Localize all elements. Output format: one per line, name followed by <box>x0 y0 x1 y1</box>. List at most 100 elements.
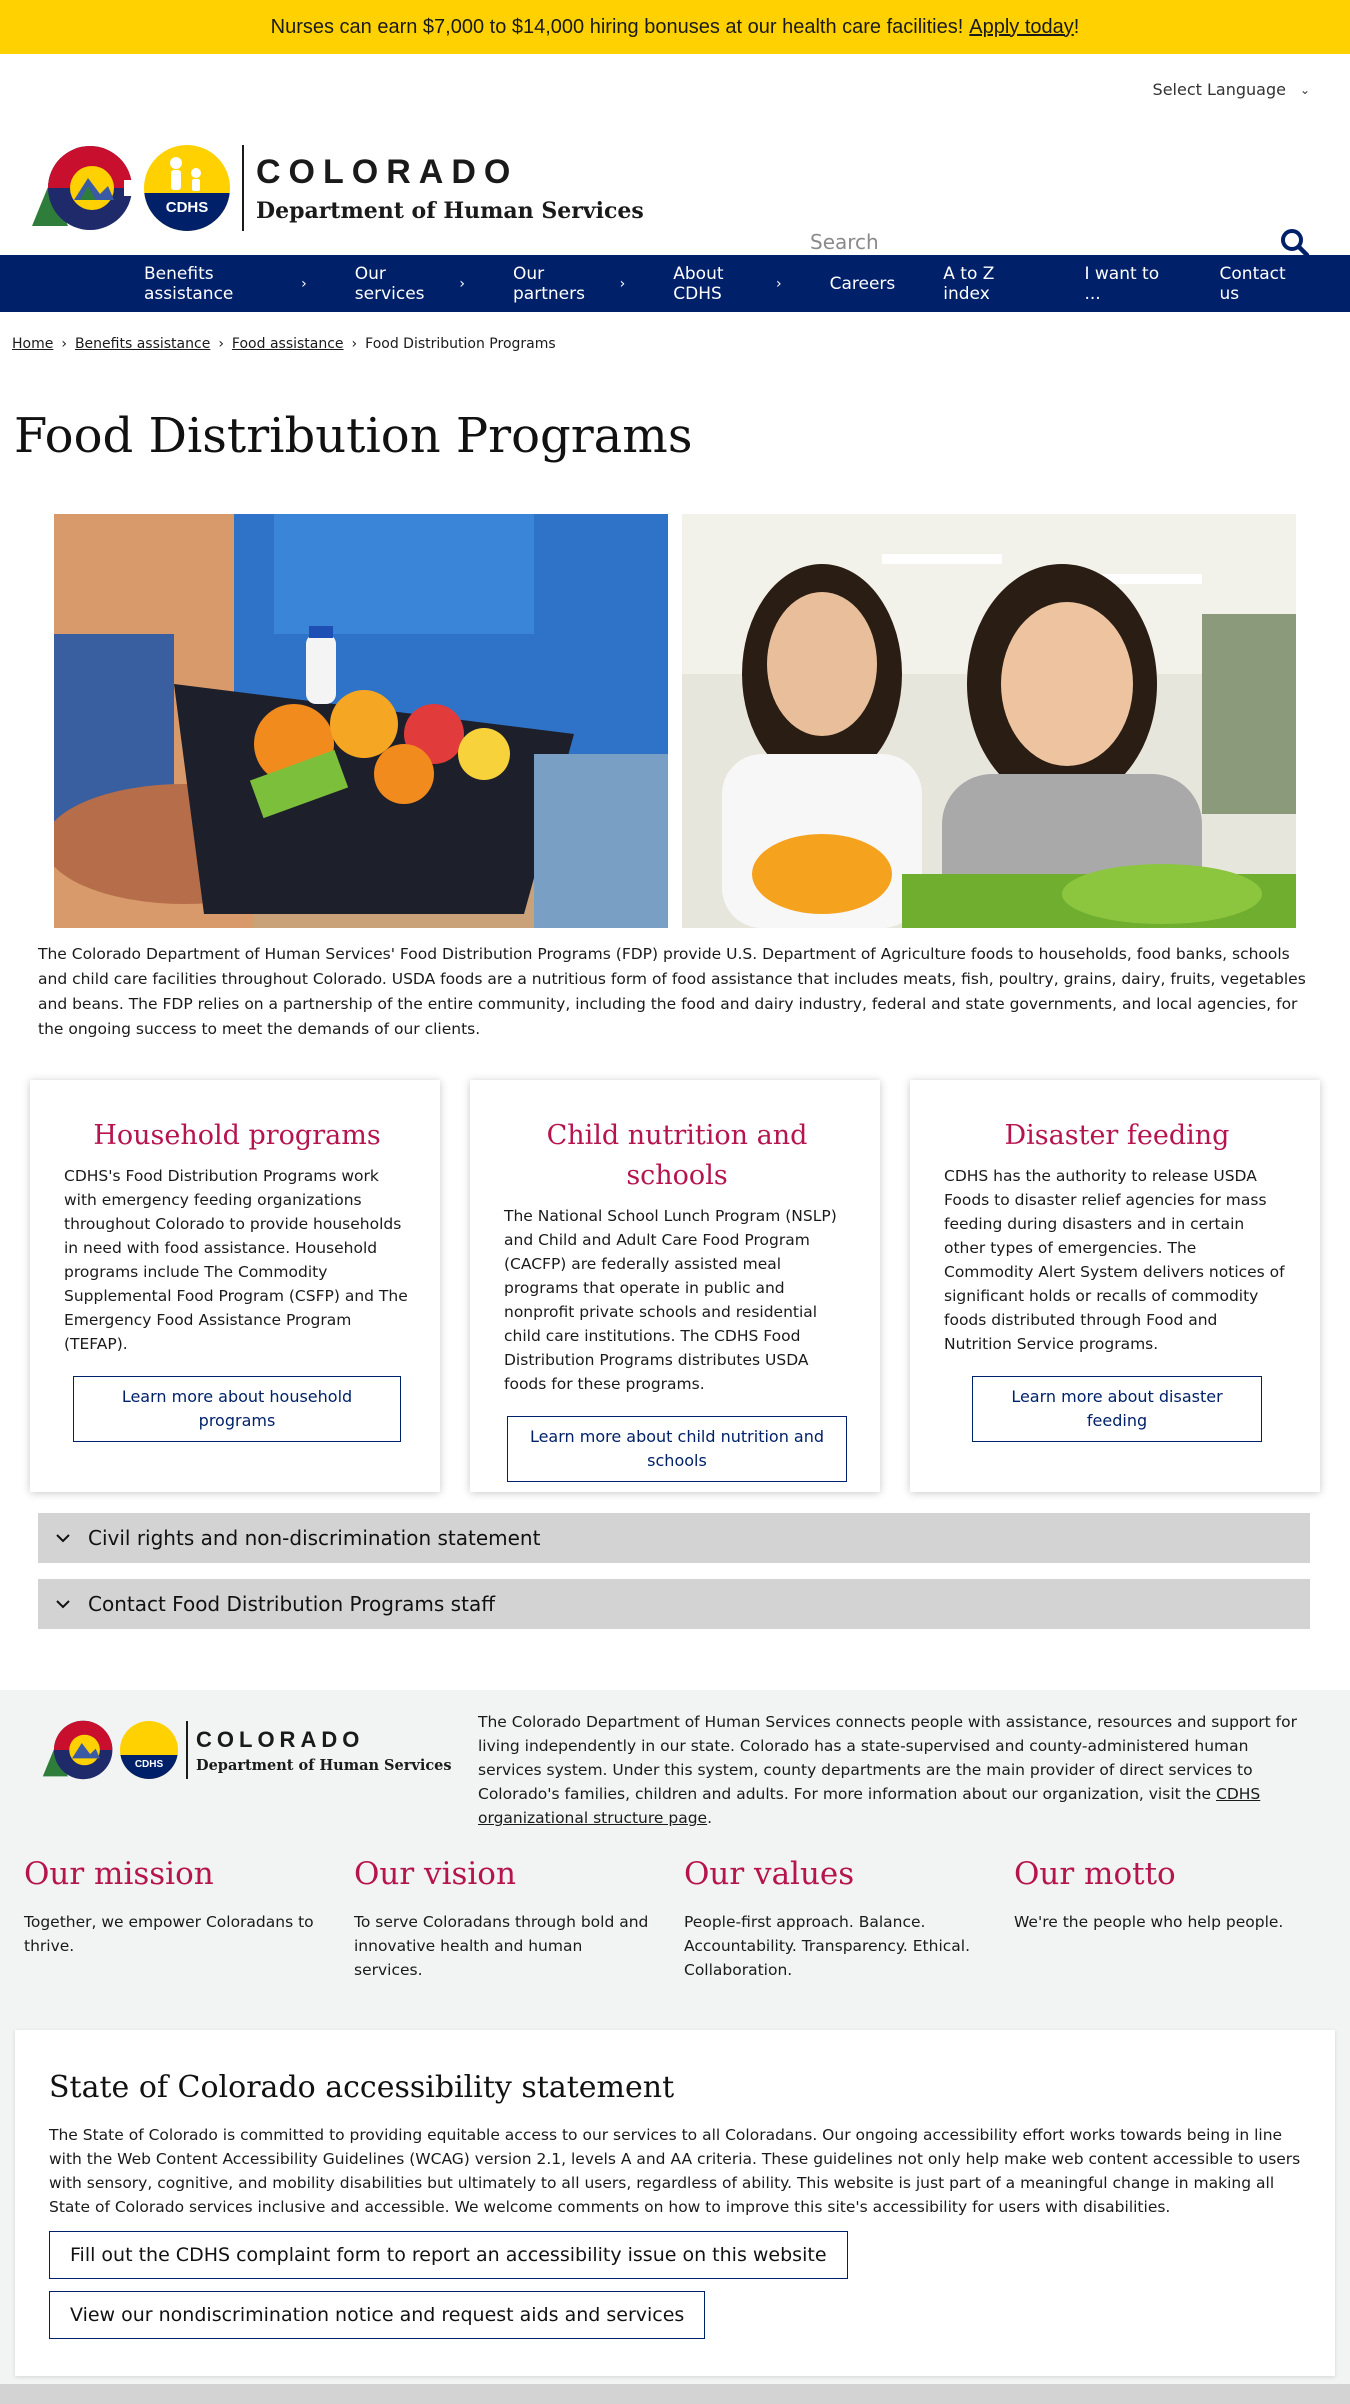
children-lunch-image <box>682 514 1296 928</box>
nav-item-label: Contact us <box>1219 263 1286 304</box>
learn-more-child-nutrition-button[interactable]: Learn more about child nutrition and sch… <box>507 1416 847 1482</box>
accordion-civil-rights[interactable]: Civil rights and non-discrimination stat… <box>38 1513 1310 1563</box>
breadcrumb-separator-icon: › <box>218 336 224 352</box>
nav-item-our-services[interactable]: Our services › <box>355 264 465 304</box>
pillar-motto: Our motto We're the people who help peop… <box>1014 1856 1344 1982</box>
hero-images <box>54 514 1296 928</box>
alert-text: Nurses can earn $7,000 to $14,000 hiring… <box>270 15 964 38</box>
brand-divider <box>186 1721 188 1779</box>
nav-item-benefits-assistance[interactable]: Benefits assistance › <box>144 264 307 304</box>
cdhs-seal-icon: CDHS <box>120 1721 178 1779</box>
chevron-down-icon <box>56 1600 70 1609</box>
pillar-mission: Our mission Together, we empower Colorad… <box>24 1856 354 1982</box>
accordion-label: Civil rights and non-discrimination stat… <box>88 1526 541 1550</box>
alert-banner: Nurses can earn $7,000 to $14,000 hiring… <box>0 0 1350 54</box>
nondiscrimination-notice-button[interactable]: View our nondiscrimination notice and re… <box>49 2291 706 2339</box>
breadcrumb-food-assistance[interactable]: Food assistance <box>232 336 344 352</box>
footer-pillars: Our mission Together, we empower Colorad… <box>24 1856 1344 1982</box>
intro-paragraph: The Colorado Department of Human Service… <box>38 945 1306 1038</box>
card-title: Disaster feeding <box>1004 1120 1230 1151</box>
card-title: Child nutrition and schools <box>546 1120 808 1191</box>
site-header: Select Language ⌄ CDHS COLORADO Departme… <box>0 54 1350 258</box>
card-child-nutrition: Child nutrition and schools The National… <box>470 1080 880 1492</box>
nav-item-careers[interactable]: Careers <box>830 274 896 294</box>
nav-item-label: Benefits assistance <box>144 263 234 304</box>
pillar-values: Our values People-first approach. Balanc… <box>684 1856 1014 1982</box>
footer-brand-text: COLORADO Department of Human Services <box>196 1727 452 1774</box>
search-input[interactable] <box>810 230 1320 254</box>
card-body: CDHS's Food Distribution Programs work w… <box>64 1167 408 1353</box>
card-household-programs: Household programs CDHS's Food Distribut… <box>30 1080 440 1492</box>
complaint-form-button[interactable]: Fill out the CDHS complaint form to repo… <box>49 2231 848 2279</box>
apply-today-link[interactable]: Apply today <box>969 16 1074 39</box>
card-title: Household programs <box>93 1120 381 1151</box>
breadcrumb-separator-icon: › <box>61 336 67 352</box>
page-title: Food Distribution Programs <box>14 408 693 464</box>
footer-about-text: The Colorado Department of Human Service… <box>478 1713 1297 1803</box>
chevron-right-icon: › <box>775 275 782 292</box>
accessibility-statement: State of Colorado accessibility statemen… <box>15 2030 1335 2376</box>
nav-item-label: Our services <box>354 263 425 304</box>
pillar-text: Together, we empower Coloradans to thriv… <box>24 1913 314 1955</box>
alert-suffix: ! <box>1073 15 1080 38</box>
colorado-c-logo-icon <box>28 142 140 234</box>
card-disaster-feeding: Disaster feeding CDHS has the authority … <box>910 1080 1320 1492</box>
pillar-title: Our vision <box>354 1856 516 1892</box>
breadcrumb-separator-icon: › <box>351 336 358 352</box>
pillar-text: We're the people who help people. <box>1014 1913 1284 1931</box>
breadcrumb: Home › Benefits assistance › Food assist… <box>12 336 556 352</box>
site-logo[interactable]: CDHS COLORADO Department of Human Servic… <box>28 142 644 234</box>
pillar-text: People-first approach. Balance. Accounta… <box>684 1913 971 1979</box>
brand-divider <box>242 145 244 231</box>
chevron-down-icon <box>56 1534 70 1543</box>
accordion-label: Contact Food Distribution Programs staff <box>88 1592 495 1616</box>
nav-item-label: Careers <box>829 273 896 294</box>
learn-more-household-button[interactable]: Learn more about household programs <box>73 1376 401 1442</box>
chevron-down-icon: ⌄ <box>1299 82 1310 97</box>
language-select[interactable]: Select Language ⌄ <box>1153 80 1310 99</box>
cdhs-seal-icon: CDHS <box>144 145 230 231</box>
nav-item-our-partners[interactable]: Our partners › <box>513 264 625 304</box>
nav-item-label: I want to ... <box>1084 263 1160 304</box>
cdhs-seal-label: CDHS <box>144 193 230 231</box>
pillar-vision: Our vision To serve Coloradans through b… <box>354 1856 684 1982</box>
breadcrumb-home[interactable]: Home <box>12 336 53 352</box>
language-select-label: Select Language <box>1152 80 1286 99</box>
breadcrumb-benefits-assistance[interactable]: Benefits assistance <box>75 336 210 352</box>
brand-name: COLORADO <box>256 152 519 191</box>
bottom-strip <box>0 2384 1350 2404</box>
accordion-contact-staff[interactable]: Contact Food Distribution Programs staff <box>38 1579 1310 1629</box>
nav-item-label: About CDHS <box>673 263 724 304</box>
chevron-right-icon: › <box>619 275 626 292</box>
nav-item-label: A to Z index <box>943 263 995 304</box>
nav-item-i-want-to[interactable]: I want to ... <box>1084 264 1171 304</box>
breadcrumb-current: Food Distribution Programs <box>365 336 556 352</box>
brand-dept: Department of Human Services <box>256 197 644 224</box>
search-icon[interactable] <box>1280 228 1310 258</box>
pillar-text: To serve Coloradans through bold and inn… <box>354 1913 649 1979</box>
pillar-title: Our mission <box>24 1856 214 1892</box>
brand-name: COLORADO <box>196 1726 365 1752</box>
program-cards: Household programs CDHS's Food Distribut… <box>30 1080 1320 1492</box>
card-body: CDHS has the authority to release USDA F… <box>944 1167 1285 1353</box>
learn-more-disaster-button[interactable]: Learn more about disaster feeding <box>972 1376 1262 1442</box>
chevron-right-icon: › <box>459 275 466 292</box>
main-nav: Benefits assistance › Our services › Our p… <box>0 255 1350 312</box>
accessibility-title: State of Colorado accessibility statemen… <box>49 2070 675 2105</box>
card-body: The National School Lunch Program (NSLP)… <box>504 1207 837 1393</box>
brand-dept: Department of Human Services <box>196 1756 452 1774</box>
footer-logo[interactable]: CDHS COLORADO Department of Human Servic… <box>40 1718 452 1782</box>
chevron-right-icon: › <box>301 275 307 292</box>
footer-about: The Colorado Department of Human Service… <box>478 1713 1297 1827</box>
pillar-title: Our motto <box>1014 1856 1176 1892</box>
nav-item-a-to-z-index[interactable]: A to Z index <box>943 264 1036 304</box>
brand-text: COLORADO Department of Human Services <box>256 153 644 224</box>
nav-item-label: Our partners <box>513 263 585 304</box>
nav-item-about-cdhs[interactable]: About CDHS › <box>673 264 781 304</box>
colorado-c-logo-icon <box>42 1720 113 1780</box>
cdhs-seal-label: CDHS <box>120 1755 178 1779</box>
accessibility-body: The State of Colorado is committed to pr… <box>49 2126 1301 2216</box>
produce-basket-image <box>54 514 668 928</box>
nav-item-contact-us[interactable]: Contact us <box>1220 264 1302 304</box>
pillar-title: Our values <box>684 1856 855 1892</box>
